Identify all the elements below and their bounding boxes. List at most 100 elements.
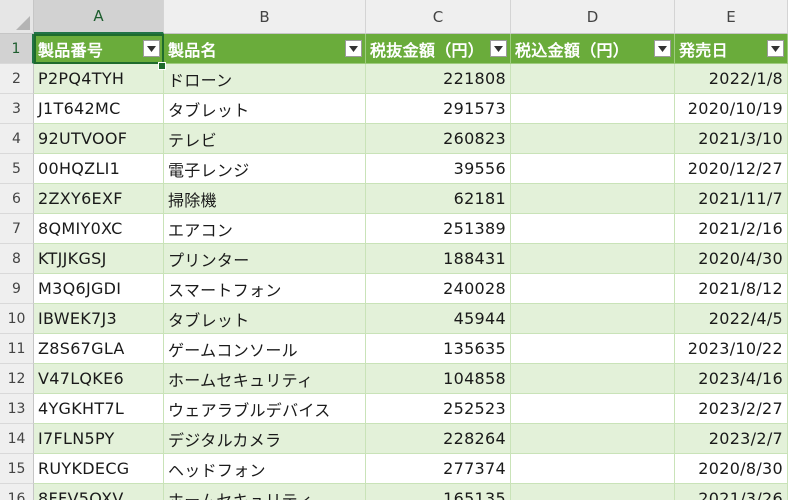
table-cell[interactable] xyxy=(511,94,675,124)
table-cell[interactable] xyxy=(511,394,675,424)
table-cell[interactable]: ドローン xyxy=(164,64,366,94)
table-cell[interactable]: IBWEK7J3 xyxy=(34,304,164,334)
header-cell[interactable]: 製品番号 xyxy=(34,34,164,64)
table-cell[interactable]: 277374 xyxy=(366,454,511,484)
table-cell[interactable] xyxy=(511,184,675,214)
row-header-11[interactable]: 11 xyxy=(0,334,34,364)
table-cell[interactable]: 4YGKHT7L xyxy=(34,394,164,424)
table-cell[interactable]: 2023/10/22 xyxy=(675,334,788,364)
table-cell[interactable]: 221808 xyxy=(366,64,511,94)
table-cell[interactable]: タブレット xyxy=(164,304,366,334)
table-cell[interactable]: エアコン xyxy=(164,214,366,244)
row-header-16[interactable]: 16 xyxy=(0,484,34,500)
table-cell[interactable] xyxy=(511,64,675,94)
table-cell[interactable]: 39556 xyxy=(366,154,511,184)
row-header-3[interactable]: 3 xyxy=(0,94,34,124)
row-header-8[interactable]: 8 xyxy=(0,244,34,274)
row-header-6[interactable]: 6 xyxy=(0,184,34,214)
table-cell[interactable]: 165135 xyxy=(366,484,511,500)
table-cell[interactable]: J1T642MC xyxy=(34,94,164,124)
table-cell[interactable]: Z8S67GLA xyxy=(34,334,164,364)
table-cell[interactable]: ゲームコンソール xyxy=(164,334,366,364)
table-cell[interactable]: 8QMIY0XC xyxy=(34,214,164,244)
row-header-14[interactable]: 14 xyxy=(0,424,34,454)
table-cell[interactable]: 2022/1/8 xyxy=(675,64,788,94)
row-header-13[interactable]: 13 xyxy=(0,394,34,424)
column-header-e[interactable]: E xyxy=(675,0,788,34)
table-cell[interactable] xyxy=(511,424,675,454)
filter-dropdown-button[interactable] xyxy=(654,40,671,57)
table-cell[interactable]: 188431 xyxy=(366,244,511,274)
row-header-4[interactable]: 4 xyxy=(0,124,34,154)
table-cell[interactable]: テレビ xyxy=(164,124,366,154)
table-cell[interactable]: 260823 xyxy=(366,124,511,154)
table-cell[interactable]: 2021/2/16 xyxy=(675,214,788,244)
table-cell[interactable]: 104858 xyxy=(366,364,511,394)
table-cell[interactable]: 8FFV5OXV xyxy=(34,484,164,500)
table-cell[interactable] xyxy=(511,124,675,154)
table-cell[interactable] xyxy=(511,484,675,500)
table-cell[interactable]: タブレット xyxy=(164,94,366,124)
filter-dropdown-button[interactable] xyxy=(767,40,784,57)
row-header-15[interactable]: 15 xyxy=(0,454,34,484)
row-header-5[interactable]: 5 xyxy=(0,154,34,184)
filter-dropdown-button[interactable] xyxy=(345,40,362,57)
table-cell[interactable]: ホームセキュリティ xyxy=(164,484,366,500)
table-cell[interactable]: 2021/11/7 xyxy=(675,184,788,214)
column-header-c[interactable]: C xyxy=(366,0,511,34)
table-cell[interactable]: 135635 xyxy=(366,334,511,364)
table-cell[interactable]: KTJJKGSJ xyxy=(34,244,164,274)
table-cell[interactable]: I7FLN5PY xyxy=(34,424,164,454)
table-cell[interactable]: スマートフォン xyxy=(164,274,366,304)
table-cell[interactable] xyxy=(511,334,675,364)
table-cell[interactable]: 251389 xyxy=(366,214,511,244)
row-header-1[interactable]: 1 xyxy=(0,34,34,64)
filter-dropdown-button[interactable] xyxy=(143,40,160,57)
table-cell[interactable]: 2020/4/30 xyxy=(675,244,788,274)
row-header-2[interactable]: 2 xyxy=(0,64,34,94)
table-cell[interactable]: デジタルカメラ xyxy=(164,424,366,454)
row-header-12[interactable]: 12 xyxy=(0,364,34,394)
header-cell[interactable]: 税抜金額（円） xyxy=(366,34,511,64)
header-cell[interactable]: 税込金額（円） xyxy=(511,34,675,64)
table-cell[interactable]: P2PQ4TYH xyxy=(34,64,164,94)
table-cell[interactable]: 2021/3/10 xyxy=(675,124,788,154)
table-cell[interactable]: RUYKDECG xyxy=(34,454,164,484)
table-cell[interactable] xyxy=(511,214,675,244)
table-cell[interactable]: 2020/12/27 xyxy=(675,154,788,184)
table-cell[interactable]: 電子レンジ xyxy=(164,154,366,184)
row-header-10[interactable]: 10 xyxy=(0,304,34,334)
table-cell[interactable]: 2023/2/7 xyxy=(675,424,788,454)
table-cell[interactable]: ホームセキュリティ xyxy=(164,364,366,394)
table-cell[interactable]: 00HQZLI1 xyxy=(34,154,164,184)
table-cell[interactable] xyxy=(511,274,675,304)
table-cell[interactable]: 252523 xyxy=(366,394,511,424)
table-cell[interactable]: ヘッドフォン xyxy=(164,454,366,484)
table-cell[interactable]: 2021/8/12 xyxy=(675,274,788,304)
table-cell[interactable]: 2023/2/27 xyxy=(675,394,788,424)
row-header-9[interactable]: 9 xyxy=(0,274,34,304)
header-cell[interactable]: 製品名 xyxy=(164,34,366,64)
column-header-d[interactable]: D xyxy=(511,0,675,34)
table-cell[interactable] xyxy=(511,304,675,334)
table-cell[interactable]: 2ZXY6EXF xyxy=(34,184,164,214)
table-cell[interactable]: 240028 xyxy=(366,274,511,304)
select-all-button[interactable] xyxy=(0,0,34,34)
table-cell[interactable]: 2023/4/16 xyxy=(675,364,788,394)
row-header-7[interactable]: 7 xyxy=(0,214,34,244)
table-cell[interactable]: 45944 xyxy=(366,304,511,334)
column-header-a[interactable]: A xyxy=(34,0,164,34)
table-cell[interactable]: 掃除機 xyxy=(164,184,366,214)
table-cell[interactable]: 2020/10/19 xyxy=(675,94,788,124)
table-cell[interactable]: 228264 xyxy=(366,424,511,454)
filter-dropdown-button[interactable] xyxy=(490,40,507,57)
table-cell[interactable]: プリンター xyxy=(164,244,366,274)
table-cell[interactable] xyxy=(511,154,675,184)
table-cell[interactable]: 291573 xyxy=(366,94,511,124)
table-cell[interactable]: 2021/3/26 xyxy=(675,484,788,500)
table-cell[interactable]: ウェアラブルデバイス xyxy=(164,394,366,424)
table-cell[interactable]: 2020/8/30 xyxy=(675,454,788,484)
header-cell[interactable]: 発売日 xyxy=(675,34,788,64)
table-cell[interactable]: V47LQKE6 xyxy=(34,364,164,394)
fill-handle[interactable] xyxy=(158,62,166,70)
